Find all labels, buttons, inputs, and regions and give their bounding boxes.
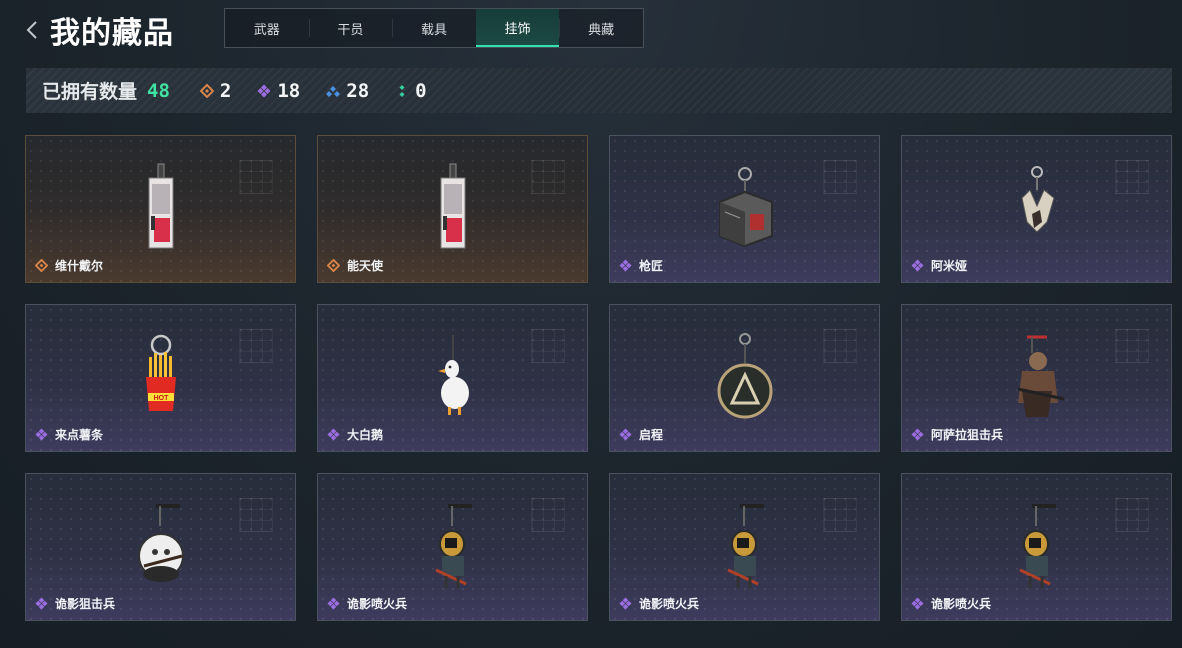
card-label-row: 诡影喷火兵 [327, 595, 407, 612]
purple-rarity-icon [35, 597, 48, 610]
card-label-row: 枪匠 [619, 257, 663, 274]
gold-rarity-icon [327, 259, 340, 272]
charm-card[interactable]: 枪匠 [609, 135, 880, 283]
card-label-row: 大白鹅 [327, 426, 383, 443]
charm-grid: 维什戴尔 能天使 枪匠 阿米娅 HOT 来点薯条 大白鹅 启程 阿萨拉狙击兵 诡… [25, 135, 1173, 621]
owned-count-total: 48 [147, 79, 170, 102]
card-label-row: 诡影喷火兵 [619, 595, 699, 612]
card-label-row: 来点薯条 [35, 426, 103, 443]
gold-rarity-icon [199, 83, 214, 98]
chevron-left-icon [26, 21, 37, 39]
card-label-row: 诡影狙击兵 [35, 595, 115, 612]
card-grid-decoration [1115, 160, 1149, 194]
charm-card[interactable]: 阿米娅 [901, 135, 1172, 283]
card-grid-decoration [531, 160, 565, 194]
stat-blue: 28 [326, 80, 369, 102]
medal-charm-image [700, 331, 790, 427]
card-grid-decoration [239, 160, 273, 194]
charm-name: 能天使 [347, 259, 384, 273]
charm-name: 阿萨拉狙击兵 [931, 428, 1004, 442]
charm-card[interactable]: 大白鹅 [317, 304, 588, 452]
charm-name: 阿米娅 [931, 259, 968, 273]
stat-purple: 18 [257, 80, 300, 102]
card-label-row: 诡影喷火兵 [911, 595, 991, 612]
card-grid-decoration [823, 329, 857, 363]
green-rarity-icon [399, 84, 405, 97]
charm-card[interactable]: 维什戴尔 [25, 135, 296, 283]
card-label-row: 维什戴尔 [35, 257, 103, 274]
charm-card[interactable]: 诡影喷火兵 [317, 473, 588, 621]
stat-blue-value: 28 [346, 79, 370, 102]
card-label-row: 阿米娅 [911, 257, 967, 274]
charm-card[interactable]: HOT 来点薯条 [25, 304, 296, 452]
purple-rarity-icon [619, 259, 632, 272]
fries-charm-image: HOT [116, 331, 206, 427]
purple-rarity-icon [619, 428, 632, 441]
card-grid-decoration [239, 329, 273, 363]
charm-card[interactable]: 启程 [609, 304, 880, 452]
gold-rarity-icon [35, 259, 48, 272]
purple-rarity-icon [911, 428, 924, 441]
card-charm-image [408, 162, 498, 258]
tab-operators[interactable]: 干员 [308, 9, 393, 47]
goose-charm-image [408, 331, 498, 427]
card-grid-decoration [823, 498, 857, 532]
tab-charms[interactable]: 挂饰 [475, 9, 560, 47]
tab-collection[interactable]: 典藏 [559, 9, 643, 47]
charm-name: 诡影喷火兵 [347, 597, 408, 611]
charm-name: 启程 [639, 428, 664, 442]
card-grid-decoration [1115, 498, 1149, 532]
bunny-charm-image [992, 162, 1082, 258]
card-grid-decoration [531, 498, 565, 532]
page-title: 我的藏品 [50, 16, 174, 51]
purple-rarity-icon [327, 597, 340, 610]
blue-rarity-icon [326, 85, 341, 97]
flamer-charm-image [700, 500, 790, 596]
stat-green-value: 0 [415, 79, 427, 102]
charm-name: 来点薯条 [55, 428, 104, 442]
ghost-sniper-charm-image [116, 500, 206, 596]
stat-gold: 2 [199, 79, 232, 102]
charm-card[interactable]: 诡影狙击兵 [25, 473, 296, 621]
purple-rarity-icon [619, 597, 632, 610]
card-grid-decoration [239, 498, 273, 532]
charm-name: 大白鹅 [347, 428, 384, 442]
svg-text:HOT: HOT [153, 395, 169, 402]
card-charm-image [116, 162, 206, 258]
card-label-row: 启程 [619, 426, 663, 443]
purple-rarity-icon [911, 259, 924, 272]
charm-name: 诡影喷火兵 [931, 597, 992, 611]
back-button[interactable] [24, 20, 40, 40]
ownership-summary: 已拥有数量 48 2 18 28 0 [26, 68, 1172, 113]
card-grid-decoration [531, 329, 565, 363]
charm-card[interactable]: 阿萨拉狙击兵 [901, 304, 1172, 452]
category-tabs: 武器 干员 载具 挂饰 典藏 [224, 8, 644, 48]
stat-green: 0 [395, 79, 427, 102]
card-label-row: 阿萨拉狙击兵 [911, 426, 1003, 443]
stat-gold-value: 2 [219, 79, 232, 102]
card-grid-decoration [1115, 329, 1149, 363]
charm-name: 枪匠 [639, 259, 664, 273]
charm-name: 诡影狙击兵 [55, 597, 116, 611]
card-grid-decoration [823, 160, 857, 194]
purple-rarity-icon [257, 84, 271, 97]
charm-card[interactable]: 诡影喷火兵 [609, 473, 880, 621]
flamer-charm-image [408, 500, 498, 596]
charm-card[interactable]: 能天使 [317, 135, 588, 283]
sniper-charm-image [992, 331, 1082, 427]
stat-purple-value: 18 [277, 79, 301, 102]
flamer-charm-image [992, 500, 1082, 596]
charm-name: 维什戴尔 [55, 259, 104, 273]
purple-rarity-icon [327, 428, 340, 441]
card-label-row: 能天使 [327, 257, 383, 274]
box-charm-image [700, 162, 790, 258]
tab-vehicles[interactable]: 载具 [392, 9, 476, 47]
tab-weapons[interactable]: 武器 [225, 9, 309, 47]
charm-name: 诡影喷火兵 [639, 597, 700, 611]
charm-card[interactable]: 诡影喷火兵 [901, 473, 1172, 621]
purple-rarity-icon [35, 428, 48, 441]
owned-count-label: 已拥有数量 [42, 81, 138, 103]
purple-rarity-icon [911, 597, 924, 610]
